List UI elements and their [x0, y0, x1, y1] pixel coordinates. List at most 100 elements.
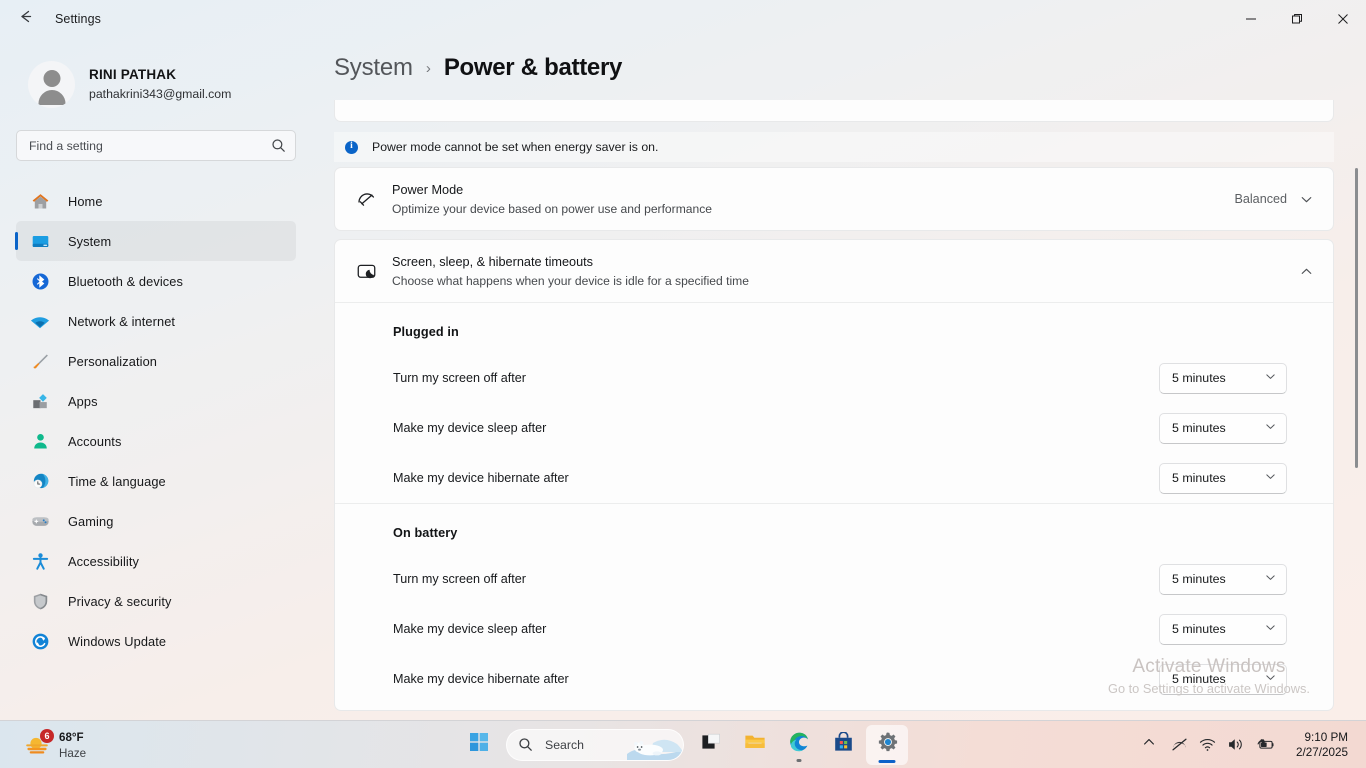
chevron-down-icon: [1265, 469, 1276, 487]
sidebar-item-accounts[interactable]: Accounts: [16, 421, 296, 461]
tray-status-group[interactable]: [1160, 736, 1286, 753]
back-button[interactable]: [8, 4, 42, 34]
sidebar-item-accessibility[interactable]: Accessibility: [16, 541, 296, 581]
power-mode-subtitle: Optimize your device based on power use …: [392, 201, 1234, 217]
account-email: pathakrini343@gmail.com: [89, 86, 231, 102]
clock-button[interactable]: 9:10 PM 2/27/2025: [1292, 728, 1356, 762]
account-block[interactable]: RINI PATHAK pathakrini343@gmail.com: [0, 38, 320, 112]
search-input[interactable]: [29, 139, 271, 153]
shield-icon: [29, 591, 51, 611]
settings-button[interactable]: [866, 725, 908, 765]
screen-sleep-icon: [349, 260, 383, 283]
sidebar-item-gaming[interactable]: Gaming: [16, 501, 296, 541]
network-disconnected-icon: [1166, 736, 1193, 753]
sidebar-item-label: Gaming: [68, 514, 113, 529]
back-arrow-icon: [17, 8, 34, 30]
hibernate-battery-dropdown[interactable]: 5 minutes: [1159, 664, 1287, 695]
settings-scroll-area: i Power mode cannot be set when energy s…: [334, 100, 1366, 708]
speaker-icon: [1222, 736, 1249, 753]
sleep-battery-dropdown[interactable]: 5 minutes: [1159, 614, 1287, 645]
sidebar-item-label: Privacy & security: [68, 594, 172, 609]
clock-time: 9:10 PM: [1296, 730, 1348, 745]
sidebar: RINI PATHAK pathakrini343@gmail.com: [0, 38, 320, 720]
sidebar-item-network-internet[interactable]: Network & internet: [16, 301, 296, 341]
tray-overflow-button[interactable]: [1138, 727, 1160, 763]
taskbar-center-group: Search: [458, 725, 908, 765]
sidebar-item-apps[interactable]: Apps: [16, 381, 296, 421]
battery-energy-saver-icon: [1250, 736, 1280, 753]
polar-bear-illustration: [627, 730, 683, 760]
edge-button[interactable]: [778, 725, 820, 765]
search-icon: [518, 737, 533, 752]
sidebar-item-windows-update[interactable]: Windows Update: [16, 621, 296, 661]
close-button[interactable]: [1320, 0, 1366, 38]
sidebar-item-home[interactable]: Home: [16, 181, 296, 221]
sidebar-nav: Home System: [0, 181, 320, 661]
timeouts-title: Screen, sleep, & hibernate timeouts: [392, 255, 593, 269]
store-bag-icon: [833, 732, 854, 758]
minimize-button[interactable]: [1228, 0, 1274, 38]
sidebar-item-time-language[interactable]: Time & language: [16, 461, 296, 501]
sidebar-item-bluetooth-devices[interactable]: Bluetooth & devices: [16, 261, 296, 301]
dropdown-value: 5 minutes: [1172, 572, 1226, 586]
breadcrumb-parent[interactable]: System: [334, 54, 413, 82]
timeout-row: Turn my screen off after 5 minutes: [335, 554, 1333, 604]
folder-icon: [744, 731, 766, 758]
screen-off-battery-dropdown[interactable]: 5 minutes: [1159, 564, 1287, 595]
weather-temperature: 68°F: [59, 731, 84, 744]
group-heading-on-battery: On battery: [335, 504, 1333, 554]
dropdown-value: 5 minutes: [1172, 672, 1226, 686]
microsoft-store-button[interactable]: [822, 725, 864, 765]
vertical-scrollbar[interactable]: [1355, 168, 1358, 468]
home-icon: [29, 191, 51, 211]
timeout-label: Make my device sleep after: [393, 622, 1159, 636]
task-view-button[interactable]: [690, 725, 732, 765]
restore-button[interactable]: [1274, 0, 1320, 38]
chevron-down-icon: [1265, 570, 1276, 588]
power-mode-value: Balanced: [1234, 192, 1287, 206]
paintbrush-icon: [29, 351, 51, 371]
timeout-row: Make my device sleep after 5 minutes: [335, 403, 1333, 453]
weather-condition: Haze: [59, 746, 86, 761]
chevron-down-icon: [1265, 670, 1276, 688]
gear-icon: [876, 731, 899, 759]
title-bar: Settings: [0, 0, 1366, 38]
bluetooth-icon: [29, 271, 51, 291]
account-person-icon: [29, 431, 51, 451]
sidebar-item-system[interactable]: System: [16, 221, 296, 261]
power-mode-title: Power Mode: [392, 183, 463, 197]
page-title: Power & battery: [444, 54, 622, 82]
system-tray: 9:10 PM 2/27/2025: [1138, 721, 1366, 768]
chevron-down-icon[interactable]: [1300, 193, 1313, 206]
update-refresh-icon: [29, 631, 51, 651]
taskbar-search-box[interactable]: Search: [506, 729, 684, 761]
timeouts-header-row[interactable]: Screen, sleep, & hibernate timeouts Choo…: [334, 239, 1334, 303]
timeout-label: Make my device hibernate after: [393, 672, 1159, 686]
weather-badge: 6: [40, 729, 54, 743]
clock-date: 2/27/2025: [1296, 745, 1348, 760]
start-button[interactable]: [458, 725, 500, 765]
dropdown-value: 5 minutes: [1172, 421, 1226, 435]
dropdown-value: 5 minutes: [1172, 371, 1226, 385]
sidebar-item-label: Apps: [68, 394, 98, 409]
clipped-card-above: [334, 100, 1334, 122]
timeout-label: Make my device sleep after: [393, 421, 1159, 435]
wifi-icon: [29, 311, 51, 331]
search-box[interactable]: [16, 130, 296, 161]
hibernate-plugged-dropdown[interactable]: 5 minutes: [1159, 463, 1287, 494]
chevron-up-icon: [1142, 735, 1156, 754]
weather-widget[interactable]: 6 68°F Haze: [16, 725, 94, 764]
screen-off-plugged-dropdown[interactable]: 5 minutes: [1159, 363, 1287, 394]
sidebar-item-label: Accessibility: [68, 554, 139, 569]
accessibility-icon: [29, 551, 51, 571]
sleep-plugged-dropdown[interactable]: 5 minutes: [1159, 413, 1287, 444]
timeout-label: Make my device hibernate after: [393, 471, 1159, 485]
sidebar-item-personalization[interactable]: Personalization: [16, 341, 296, 381]
file-explorer-button[interactable]: [734, 725, 776, 765]
task-view-icon: [701, 732, 721, 757]
timeout-row: Make my device hibernate after 5 minutes: [335, 453, 1333, 503]
sidebar-item-label: Time & language: [68, 474, 166, 489]
power-mode-row[interactable]: Power Mode Optimize your device based on…: [334, 167, 1334, 231]
chevron-up-icon[interactable]: [1300, 265, 1313, 278]
sidebar-item-privacy-security[interactable]: Privacy & security: [16, 581, 296, 621]
